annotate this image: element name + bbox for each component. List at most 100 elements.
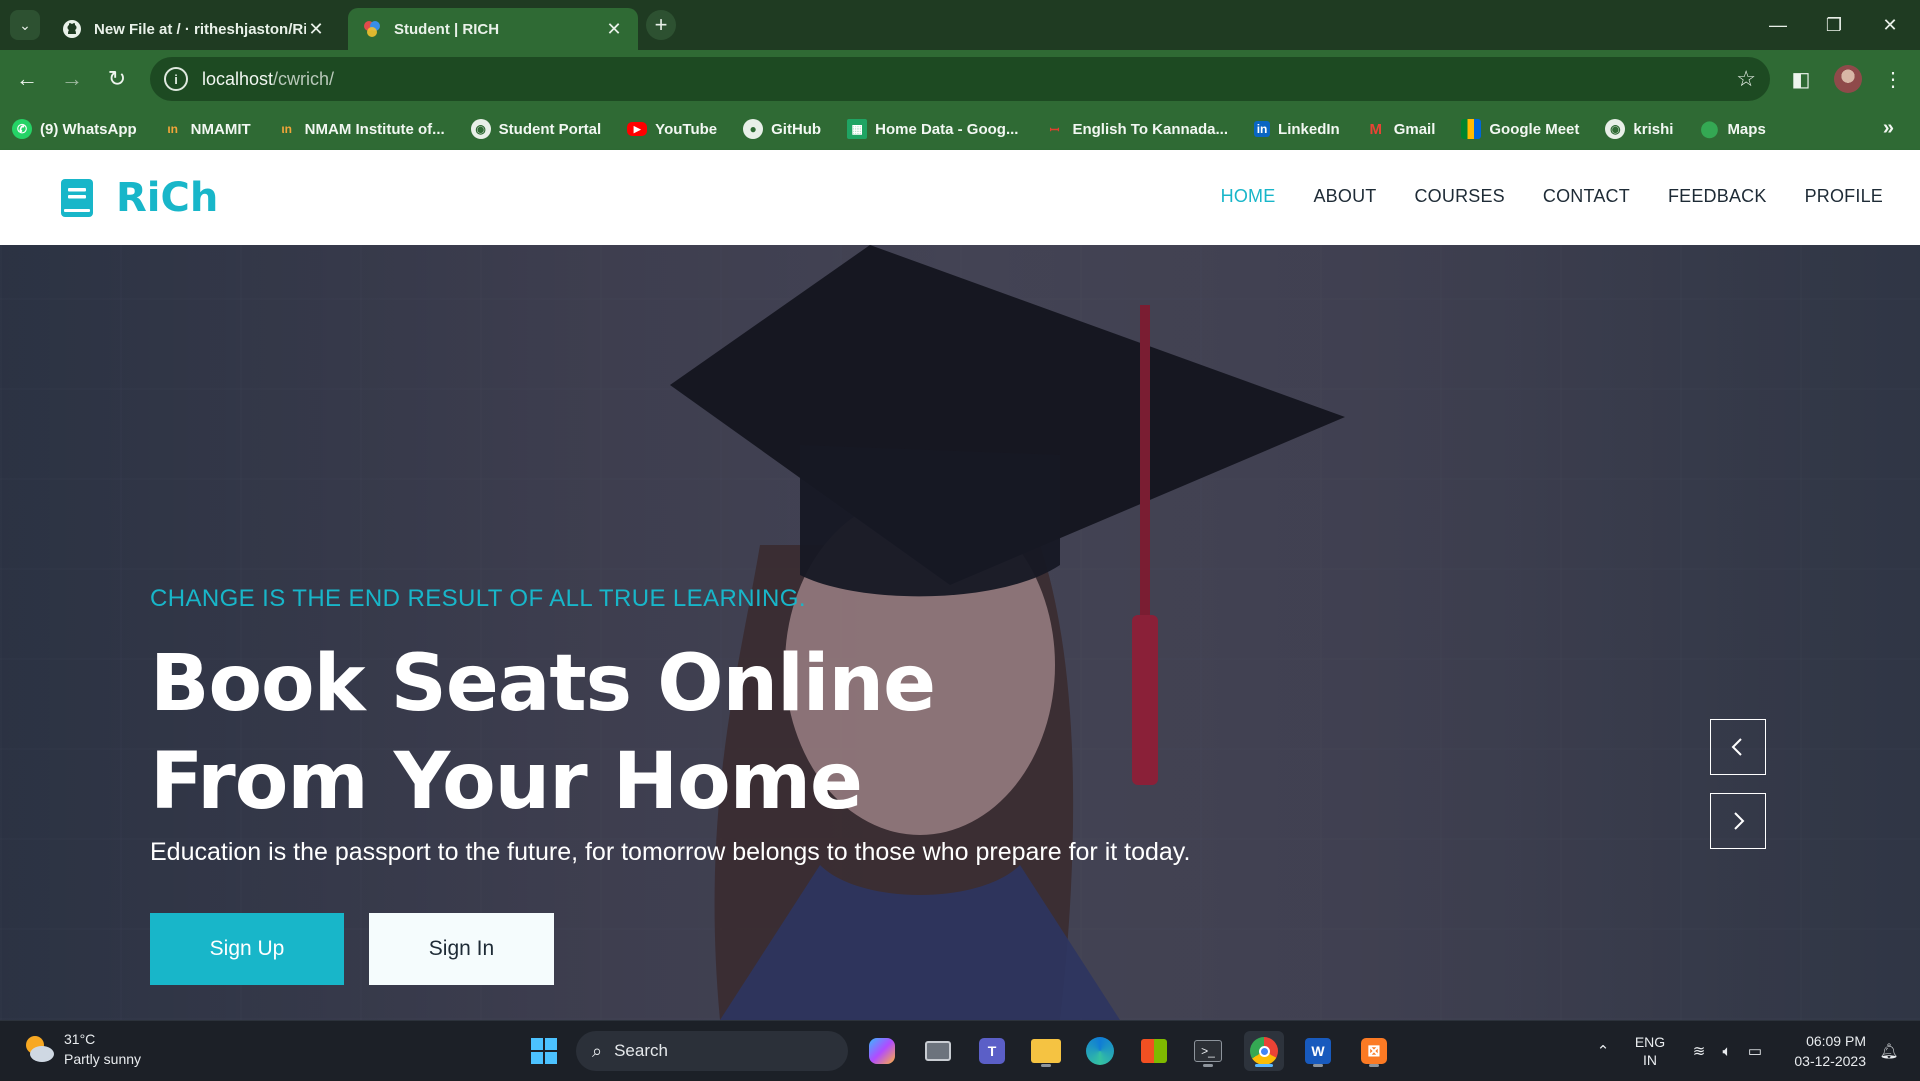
bookmark-label: English To Kannada...: [1072, 120, 1229, 138]
bookmark-youtube[interactable]: ▶ YouTube: [627, 121, 717, 138]
battery-icon[interactable]: ▭: [1740, 1021, 1770, 1081]
arrow-right-icon: →: [61, 66, 83, 91]
bookmark-maps[interactable]: ⬤ Maps: [1699, 119, 1765, 139]
site-info-icon[interactable]: i: [164, 67, 188, 91]
wifi-icon[interactable]: ≋: [1684, 1021, 1714, 1081]
menu-feedback[interactable]: FEEDBACK: [1668, 186, 1767, 207]
partly-sunny-icon: [26, 1036, 54, 1062]
globe-icon: ◉: [1605, 119, 1626, 139]
show-hidden-icons-button[interactable]: ⌃: [1588, 1021, 1618, 1081]
task-view-icon: [925, 1041, 951, 1061]
gmail-icon: M: [1369, 120, 1382, 138]
youtube-icon: ▶: [627, 122, 648, 136]
close-tab-icon[interactable]: ✕: [306, 19, 326, 40]
search-label: Search: [614, 1041, 668, 1060]
teams-button[interactable]: T: [972, 1031, 1012, 1071]
tab-github-new-file[interactable]: New File at / · ritheshjaston/Ri ✕: [48, 8, 340, 50]
taskbar-search[interactable]: ⌕ Search: [576, 1031, 848, 1071]
address-bar[interactable]: i localhost/cwrich/ ☆: [150, 57, 1770, 101]
chevron-down-icon: ⌄: [19, 16, 31, 33]
book-icon: [61, 179, 93, 217]
forward-button[interactable]: →: [55, 62, 89, 96]
url-host: localhost: [202, 68, 274, 89]
menu-home[interactable]: HOME: [1221, 186, 1276, 207]
carousel-next-button[interactable]: [1710, 793, 1766, 849]
bookmark-star-icon[interactable]: ☆: [1736, 66, 1756, 92]
bookmark-github[interactable]: ● GitHub: [743, 119, 821, 139]
bookmark-english-kannada[interactable]: ꟷ English To Kannada...: [1044, 119, 1228, 139]
side-panel-button[interactable]: ◧: [1784, 62, 1818, 96]
teams-icon: T: [979, 1038, 1005, 1064]
translate-icon: ꟷ: [1049, 122, 1060, 137]
brand-name: RiCh: [116, 175, 219, 221]
terminal-button[interactable]: >_: [1188, 1031, 1228, 1071]
volume-icon[interactable]: 🔈︎: [1712, 1021, 1742, 1081]
chevron-up-icon: ⌃: [1596, 1043, 1610, 1060]
bookmark-label: NMAM Institute of...: [304, 120, 445, 138]
bookmark-home-data[interactable]: ▦ Home Data - Goog...: [847, 119, 1018, 139]
tab-title: Student | RICH: [394, 20, 500, 38]
main-menu: HOME ABOUT COURSES CONTACT FEEDBACK PROF…: [1183, 186, 1883, 207]
store-icon: [1141, 1039, 1167, 1063]
start-button[interactable]: [524, 1031, 564, 1071]
reload-button[interactable]: ↻: [100, 62, 134, 96]
bookmark-student-portal[interactable]: ◉ Student Portal: [470, 119, 602, 139]
plus-icon: +: [654, 12, 668, 37]
copilot-icon: [869, 1038, 895, 1064]
xampp-icon: ⊠: [1361, 1038, 1387, 1064]
menu-profile[interactable]: PROFILE: [1805, 186, 1883, 207]
more-bookmarks-icon[interactable]: »: [1883, 117, 1894, 140]
sign-up-button[interactable]: Sign Up: [150, 913, 344, 985]
tab-student-rich[interactable]: Student | RICH ✕: [348, 8, 638, 50]
bookmark-label: NMAMIT: [190, 120, 251, 138]
url-text[interactable]: localhost/cwrich/: [202, 69, 334, 90]
close-window-button[interactable]: ✕: [1862, 0, 1918, 50]
menu-contact[interactable]: CONTACT: [1543, 186, 1630, 207]
brand-logo[interactable]: RiCh: [60, 175, 218, 221]
language-indicator[interactable]: ENG IN: [1628, 1021, 1672, 1081]
new-tab-button[interactable]: +: [646, 10, 676, 40]
profile-avatar[interactable]: [1834, 65, 1862, 93]
back-button[interactable]: ←: [10, 62, 44, 96]
bookmark-nmam-institute[interactable]: ιn NMAM Institute of...: [277, 119, 445, 139]
bookmark-google-meet[interactable]: Google Meet: [1461, 119, 1579, 139]
maps-icon: ⬤: [1700, 121, 1719, 138]
edge-button[interactable]: [1080, 1031, 1120, 1071]
hero-carousel: CHANGE IS THE END RESULT OF ALL TRUE LEA…: [0, 245, 1920, 1020]
bookmark-linkedin[interactable]: in LinkedIn: [1254, 121, 1340, 138]
browser-menu-button[interactable]: ⋮: [1876, 62, 1910, 96]
copilot-button[interactable]: [862, 1031, 902, 1071]
sign-in-button[interactable]: Sign In: [369, 913, 554, 985]
bookmark-nmamit[interactable]: ιn NMAMIT: [163, 119, 251, 139]
meet-icon: [1461, 119, 1482, 139]
menu-about[interactable]: ABOUT: [1313, 186, 1376, 207]
weather-widget[interactable]: 31°C Partly sunny: [22, 1029, 141, 1069]
xampp-button[interactable]: ⊠: [1354, 1031, 1394, 1071]
github-icon: [63, 20, 81, 38]
menu-courses[interactable]: COURSES: [1414, 186, 1504, 207]
site-navbar: RiCh HOME ABOUT COURSES CONTACT FEEDBACK…: [0, 150, 1920, 245]
bookmark-krishi[interactable]: ◉ krishi: [1605, 119, 1673, 139]
tab-search-button[interactable]: ⌄: [10, 10, 40, 40]
bookmark-label: Student Portal: [498, 120, 602, 138]
bookmark-gmail[interactable]: M Gmail: [1366, 119, 1435, 139]
windows-icon: [531, 1038, 557, 1064]
system-clock[interactable]: 06:09 PM 03-12-2023: [1780, 1031, 1866, 1071]
close-tab-icon[interactable]: ✕: [604, 19, 624, 40]
more-vertical-icon: ⋮: [1883, 68, 1903, 91]
site-favicon-icon: [364, 21, 380, 37]
minimize-button[interactable]: —: [1750, 0, 1806, 50]
nmamit-icon: ιn: [281, 122, 292, 136]
word-button[interactable]: W: [1298, 1031, 1338, 1071]
store-button[interactable]: [1134, 1031, 1174, 1071]
bookmark-whatsapp[interactable]: ✆ (9) WhatsApp: [12, 119, 137, 139]
file-explorer-button[interactable]: [1026, 1031, 1066, 1071]
carousel-prev-button[interactable]: [1710, 719, 1766, 775]
restore-button[interactable]: ❐: [1806, 0, 1862, 50]
restore-icon: ❐: [1825, 14, 1843, 35]
chrome-button[interactable]: [1244, 1031, 1284, 1071]
linkedin-icon: in: [1254, 121, 1271, 137]
notification-bell-icon[interactable]: 🔔︎: [1874, 1021, 1904, 1081]
task-view-button[interactable]: [918, 1031, 958, 1071]
edge-icon: [1086, 1037, 1114, 1065]
